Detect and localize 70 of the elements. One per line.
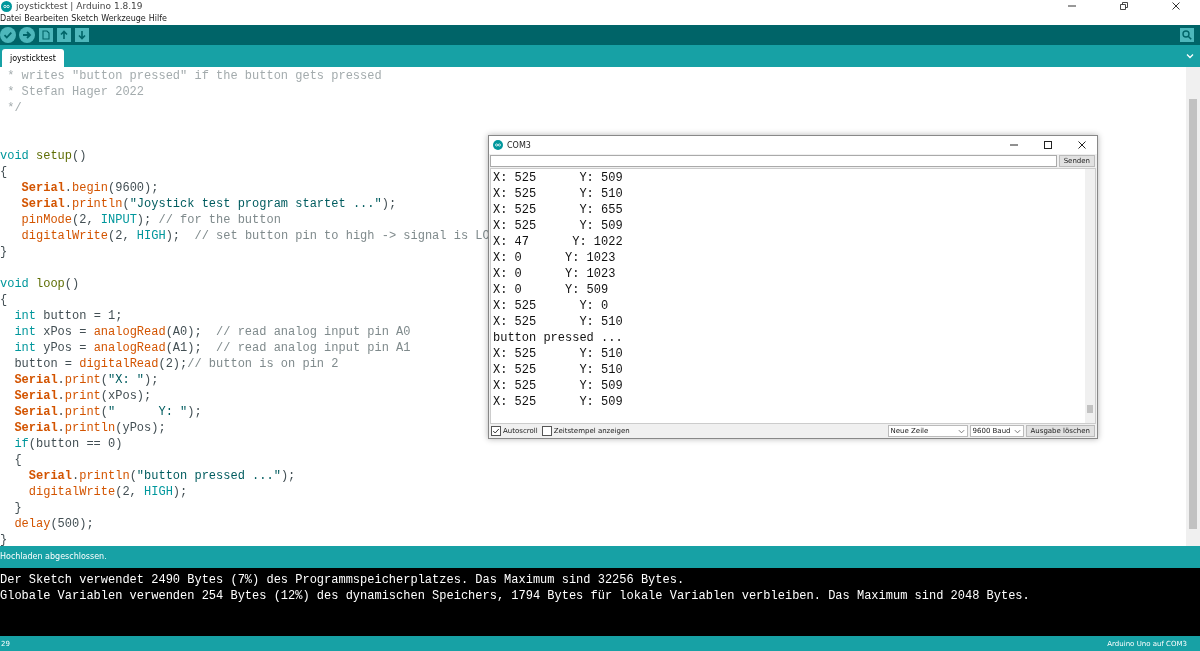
serial-output-line: X: 0 Y: 1023: [492, 250, 617, 266]
code-line: {: [0, 292, 8, 308]
menu-item[interactable]: Bearbeiten: [24, 14, 69, 23]
code-line: Serial.print(" Y: ");: [13, 404, 202, 420]
code-line: }: [0, 244, 8, 260]
code-line: delay(500);: [13, 516, 94, 532]
code-line: int yPos = analogRead(A1); // read analog input pin A1: [13, 340, 411, 356]
restore-icon[interactable]: [1119, 1, 1129, 11]
status-message: Hochladen abgeschlossen.: [0, 546, 1200, 568]
console-line: Globale Variablen verwenden 254 Bytes (12%) des dynamischen Speichers, 1794 Bytes für lokale Variablen verbleiben. Das Maximum sind 2048 Bytes.: [0, 588, 1031, 604]
code-line: }: [13, 500, 22, 516]
code-line: int xPos = analogRead(A0); // read analog input pin A0: [13, 324, 411, 340]
new-file-icon[interactable]: [39, 28, 53, 42]
serial-output-line: X: 525 Y: 509: [492, 218, 624, 234]
serial-input-field[interactable]: [490, 155, 1057, 167]
code-line: button = digitalRead(2);// button is on pin 2: [13, 356, 339, 372]
serial-output-line: X: 525 Y: 509: [492, 394, 624, 410]
code-line: pinMode(2, INPUT); // for the button: [20, 212, 281, 228]
serial-output-line: X: 47 Y: 1022: [492, 234, 624, 250]
maximize-icon[interactable]: [1043, 140, 1053, 150]
serial-output-line: X: 525 Y: 509: [492, 170, 624, 186]
serial-output-line: button pressed ...: [492, 330, 624, 346]
serial-output-line: X: 525 Y: 510: [492, 314, 624, 330]
code-line: Serial.println("Joystick test program startet ...");: [20, 196, 397, 212]
code-line: int button = 1;: [13, 308, 123, 324]
checkbox[interactable]: [541, 426, 552, 436]
code-line: Serial.print(xPos);: [13, 388, 152, 404]
serial-output-line: X: 0 Y: 1023: [492, 266, 617, 282]
code-line: * Stefan Hager 2022: [6, 84, 145, 100]
down-arrow-icon[interactable]: [75, 28, 89, 42]
close-icon[interactable]: [1171, 1, 1181, 11]
code-line: Serial.print("X: ");: [13, 372, 159, 388]
caret-icon: [957, 427, 965, 435]
console-line: Der Sketch verwendet 2490 Bytes (7%) des Programmspeicherplatzes. Das Maximum sind 32256 Bytes.: [0, 572, 686, 588]
code-line: Serial.println(yPos);: [13, 420, 166, 436]
scrollbar[interactable]: [1186, 67, 1200, 546]
checkbox[interactable]: [491, 426, 501, 436]
code-line: */: [6, 100, 22, 116]
serial-output-line: X: 525 Y: 655: [492, 202, 624, 218]
up-arrow-icon[interactable]: [57, 28, 71, 42]
code-line: * writes "button pressed" if the button gets pressed: [6, 68, 382, 84]
serial-output-line: X: 525 Y: 510: [492, 362, 624, 378]
serial-output-line: X: 0 Y: 509: [492, 282, 610, 298]
scrollbar[interactable]: [1085, 169, 1095, 423]
search-icon[interactable]: [1180, 28, 1194, 42]
code-line: {: [13, 452, 22, 468]
code-line: void loop(): [0, 276, 80, 292]
editor-tab[interactable]: joysticktest: [2, 49, 64, 67]
menu-item[interactable]: Hilfe: [148, 14, 167, 23]
check-icon[interactable]: [0, 27, 16, 43]
menu-item[interactable]: Sketch: [71, 14, 99, 23]
window-title: joysticktest | Arduino 1.8.19: [16, 0, 143, 12]
infinity-logo-icon: [493, 140, 503, 150]
code-line: {: [0, 164, 8, 180]
serial-output-line: X: 525 Y: 0: [492, 298, 610, 314]
close-icon[interactable]: [1077, 140, 1087, 150]
code-line: Serial.begin(9600);: [20, 180, 159, 196]
dropdown-icon[interactable]: [1185, 51, 1195, 61]
code-line: void setup(): [0, 148, 87, 164]
menu-item[interactable]: Datei: [0, 14, 22, 23]
code-line: Serial.println("button pressed ...");: [27, 468, 296, 484]
code-line: digitalWrite(2, HIGH);: [27, 484, 188, 500]
window-title: COM3: [507, 140, 531, 150]
code-line: }: [0, 532, 8, 546]
serial-output-line: X: 525 Y: 509: [492, 378, 624, 394]
serial-output-line: X: 525 Y: 510: [492, 186, 624, 202]
caret-icon: [1013, 427, 1021, 435]
serial-output-line: X: 525 Y: 510: [492, 346, 624, 362]
menu-item[interactable]: Werkzeuge: [101, 14, 146, 23]
code-line: if(button == 0): [13, 436, 123, 452]
